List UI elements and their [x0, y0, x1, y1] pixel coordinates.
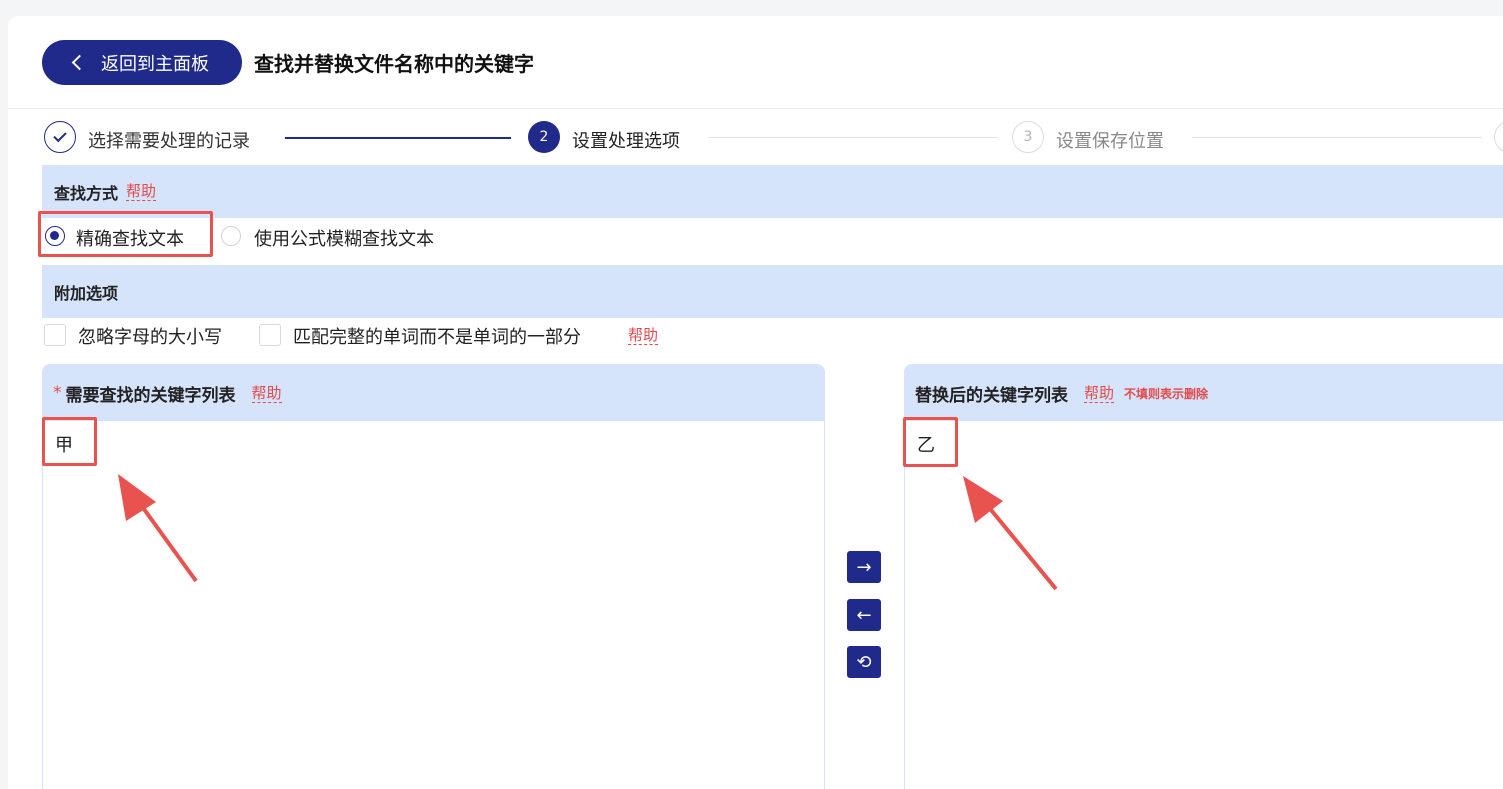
extra-options-help-link[interactable]: 帮助 — [628, 326, 659, 345]
replace-keywords-textarea[interactable]: 乙 — [905, 421, 1503, 467]
step-3-number: 3 — [1023, 129, 1033, 145]
step-2-label: 设置处理选项 — [572, 131, 680, 152]
arrow-left-icon: ← — [856, 604, 872, 626]
step-connector-3 — [1192, 137, 1482, 138]
formula-find-label[interactable]: 使用公式模糊查找文本 — [254, 225, 434, 251]
find-mode-section-header: 查找方式 帮助 — [42, 165, 1503, 218]
find-keywords-panel: * 需要查找的关键字列表 帮助 甲 — [42, 364, 825, 789]
page-title: 查找并替换文件名称中的关键字 — [254, 52, 534, 76]
replace-keywords-panel: 替换后的关键字列表 帮助 不填则表示删除 乙 — [904, 364, 1503, 789]
back-button-label: 返回到主面板 — [101, 53, 209, 75]
find-keywords-title: 需要查找的关键字列表 — [65, 385, 236, 406]
find-keywords-header: * 需要查找的关键字列表 帮助 — [43, 365, 824, 421]
back-to-dashboard-button[interactable]: 返回到主面板 — [42, 40, 242, 85]
extra-options-section-header: 附加选项 — [42, 265, 1503, 318]
whole-word-label[interactable]: 匹配完整的单词而不是单词的一部分 — [293, 323, 581, 349]
replace-keywords-help-link[interactable]: 帮助 — [1084, 384, 1115, 403]
find-keywords-value: 甲 — [55, 435, 73, 456]
replace-keywords-header: 替换后的关键字列表 帮助 不填则表示删除 — [905, 365, 1503, 421]
formula-find-radio[interactable] — [221, 226, 241, 246]
arrow-right-icon: → — [856, 556, 872, 578]
ignore-case-label[interactable]: 忽略字母的大小写 — [78, 323, 222, 349]
delete-note: 不填则表示删除 — [1124, 386, 1209, 401]
step-1-label: 选择需要处理的记录 — [88, 131, 250, 152]
required-mark: * — [53, 383, 62, 403]
step-2-active-icon: 2 — [528, 121, 560, 153]
whole-word-checkbox[interactable] — [259, 324, 281, 346]
exact-find-radio[interactable] — [45, 226, 65, 246]
step-connector-2 — [708, 137, 998, 138]
header-divider — [8, 108, 1503, 109]
find-mode-title: 查找方式 — [54, 183, 119, 203]
replace-keywords-value: 乙 — [917, 435, 935, 456]
swap-button[interactable]: ⟲ — [847, 646, 881, 678]
check-icon — [53, 128, 67, 143]
step-3-todo-icon: 3 — [1012, 121, 1044, 153]
replace-keywords-title: 替换后的关键字列表 — [915, 385, 1068, 406]
refresh-icon: ⟲ — [856, 651, 872, 673]
find-keywords-help-link[interactable]: 帮助 — [251, 384, 282, 403]
step-connector-1 — [285, 137, 511, 139]
find-keywords-textarea[interactable]: 甲 — [43, 421, 824, 467]
ignore-case-checkbox[interactable] — [44, 324, 66, 346]
extra-options-title: 附加选项 — [54, 283, 119, 303]
step-2-number: 2 — [539, 129, 549, 145]
find-mode-help-link[interactable]: 帮助 — [126, 182, 157, 201]
step-3-label: 设置保存位置 — [1056, 131, 1164, 152]
copy-right-button[interactable]: → — [847, 551, 881, 583]
exact-find-label[interactable]: 精确查找文本 — [76, 225, 184, 251]
chevron-left-icon — [71, 54, 88, 71]
copy-left-button[interactable]: ← — [847, 599, 881, 631]
step-1-done-icon — [44, 121, 76, 153]
